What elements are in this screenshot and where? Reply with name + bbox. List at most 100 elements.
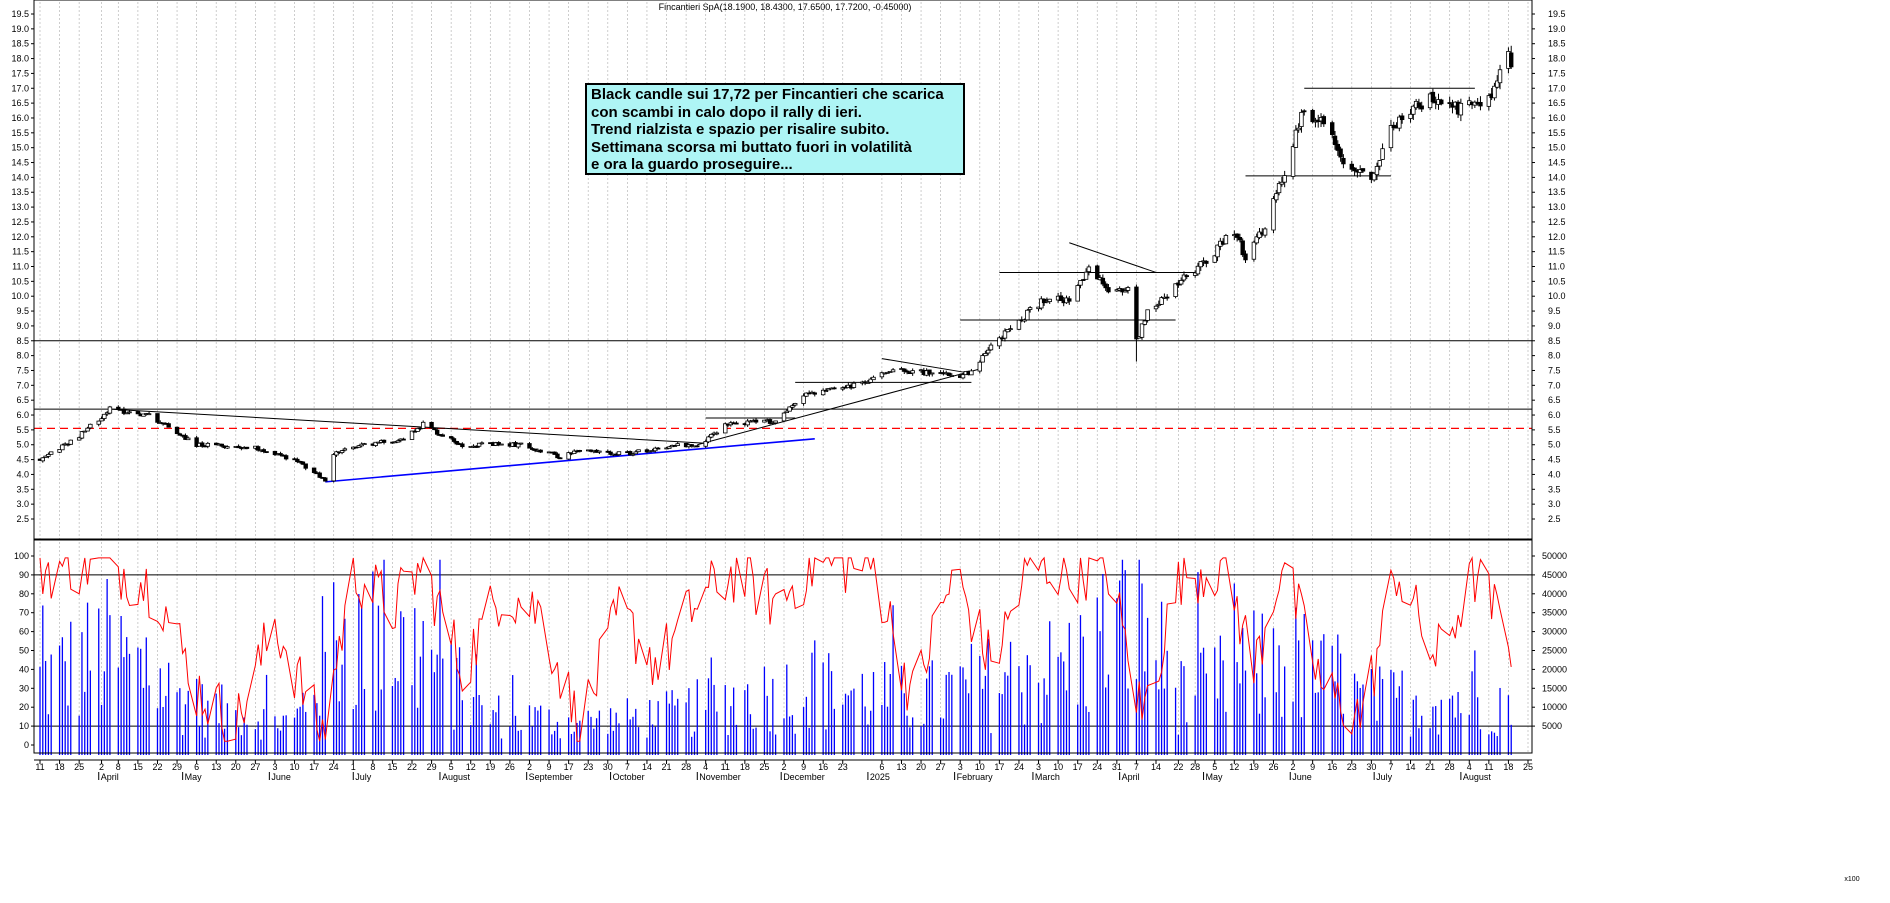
candle-body: [1296, 127, 1301, 131]
candle-body: [331, 454, 336, 482]
oscillator-tick-label: 50: [19, 646, 29, 656]
candle-body: [362, 443, 367, 445]
price-tick-label-right: 18.5: [1548, 39, 1566, 49]
price-tick-label-right: 10.0: [1548, 291, 1566, 301]
price-tick-label-right: 16.5: [1548, 98, 1566, 108]
date-tick-label: 11: [35, 762, 44, 772]
price-tick-label-left: 17.0: [11, 83, 29, 93]
date-tick-label: 28: [1445, 762, 1455, 772]
price-tick-label-right: 17.5: [1548, 68, 1566, 78]
candle-body: [1408, 113, 1413, 119]
candle-body: [1058, 295, 1064, 301]
candle-body: [1016, 319, 1022, 330]
candle-body: [440, 434, 445, 437]
date-tick-label: 18: [740, 762, 750, 772]
candle-body: [1083, 271, 1089, 280]
date-tick-label: 4: [703, 762, 708, 772]
price-tick-label-right: 13.0: [1548, 202, 1566, 212]
candle-body: [1332, 135, 1338, 146]
month-label: July: [1376, 772, 1393, 782]
candle-body: [88, 423, 93, 429]
date-tick-label: 10: [975, 762, 985, 772]
month-label: May: [185, 772, 203, 782]
candle-body: [381, 439, 387, 443]
volume-tick-label: 15000: [1542, 683, 1567, 693]
price-tick-label-right: 3.5: [1548, 484, 1561, 494]
candle-body: [636, 449, 641, 453]
candle-body: [1067, 298, 1072, 302]
date-tick-label: 10: [1053, 762, 1063, 772]
date-tick-label: 25: [1523, 762, 1533, 772]
date-tick-label: 2: [781, 762, 786, 772]
candle-body: [1276, 183, 1282, 194]
price-tick-label-right: 11.0: [1548, 262, 1565, 272]
candle-body: [323, 477, 328, 482]
date-tick-label: 10: [290, 762, 300, 772]
price-tick-label-left: 5.0: [16, 440, 29, 450]
candle-body: [577, 450, 583, 452]
volume-tick-label: 5000: [1542, 721, 1562, 731]
date-tick-label: 7: [1134, 762, 1139, 772]
candle-body: [460, 443, 465, 448]
candle-body: [801, 395, 806, 404]
candle-body: [1360, 168, 1366, 172]
candle-body: [1271, 198, 1276, 231]
price-tick-label-right: 4.5: [1548, 455, 1561, 465]
candle-body: [1458, 102, 1464, 116]
oscillator-tick-label: 80: [19, 589, 29, 599]
price-tick-label-left: 6.5: [16, 395, 29, 405]
date-tick-label: 23: [1347, 762, 1357, 772]
candle-body: [1100, 277, 1106, 285]
candle-body: [695, 445, 700, 448]
price-tick-label-right: 9.0: [1548, 321, 1561, 331]
date-tick-label: 3: [1036, 762, 1041, 772]
candle-body: [225, 446, 230, 449]
candle-body: [99, 418, 104, 422]
date-tick-label: 26: [1268, 762, 1278, 772]
candle-body: [949, 375, 955, 377]
date-tick-label: 2: [99, 762, 104, 772]
candle-body: [910, 370, 915, 374]
date-tick-label: 2: [527, 762, 532, 772]
price-tick-label-right: 6.0: [1548, 410, 1561, 420]
date-tick-label: 5: [449, 762, 454, 772]
candle-body: [871, 376, 876, 381]
price-panel-frame: [33, 0, 1533, 540]
price-tick-label-right: 5.0: [1548, 440, 1561, 450]
date-tick-label: 22: [1173, 762, 1183, 772]
candle-body: [890, 369, 896, 373]
oscillator-tick-label: 90: [19, 570, 29, 580]
annotation-box: Black candle sui 17,72 per Fincantieri c…: [585, 83, 965, 175]
candle-body: [983, 353, 988, 357]
candle-body: [1223, 235, 1229, 245]
candle-body: [1497, 69, 1503, 84]
price-tick-label-left: 12.5: [11, 217, 29, 227]
oscillator-tick-label: 20: [19, 702, 29, 712]
month-label: March: [1035, 772, 1060, 782]
volume-tick-label: 50000: [1542, 551, 1567, 561]
candle-body: [1302, 110, 1307, 113]
date-tick-label: 27: [936, 762, 946, 772]
date-tick-label: 27: [250, 762, 260, 772]
month-label: August: [1463, 772, 1492, 782]
month-label: December: [783, 772, 825, 782]
date-tick-label: 2: [1291, 762, 1296, 772]
price-tick-label-left: 15.0: [11, 143, 29, 153]
month-label: April: [1122, 772, 1140, 782]
price-tick-label-right: 8.5: [1548, 336, 1561, 346]
candle-body: [1025, 309, 1030, 321]
candle-body: [1195, 265, 1201, 275]
price-tick-label-right: 14.0: [1548, 172, 1566, 182]
month-label: June: [271, 772, 291, 782]
candle-body: [781, 412, 787, 422]
date-tick-label: 14: [1151, 762, 1161, 772]
candle-body: [1299, 111, 1304, 127]
price-tick-label-left: 15.5: [11, 128, 29, 138]
candle-body: [1142, 320, 1148, 325]
candle-body: [146, 413, 152, 416]
candle-body: [1086, 266, 1092, 272]
price-tick-label-left: 10.0: [11, 291, 29, 301]
horizontal-levels: [34, 340, 1532, 727]
price-tick-label-left: 5.5: [16, 425, 29, 435]
candle-body: [1178, 280, 1184, 285]
